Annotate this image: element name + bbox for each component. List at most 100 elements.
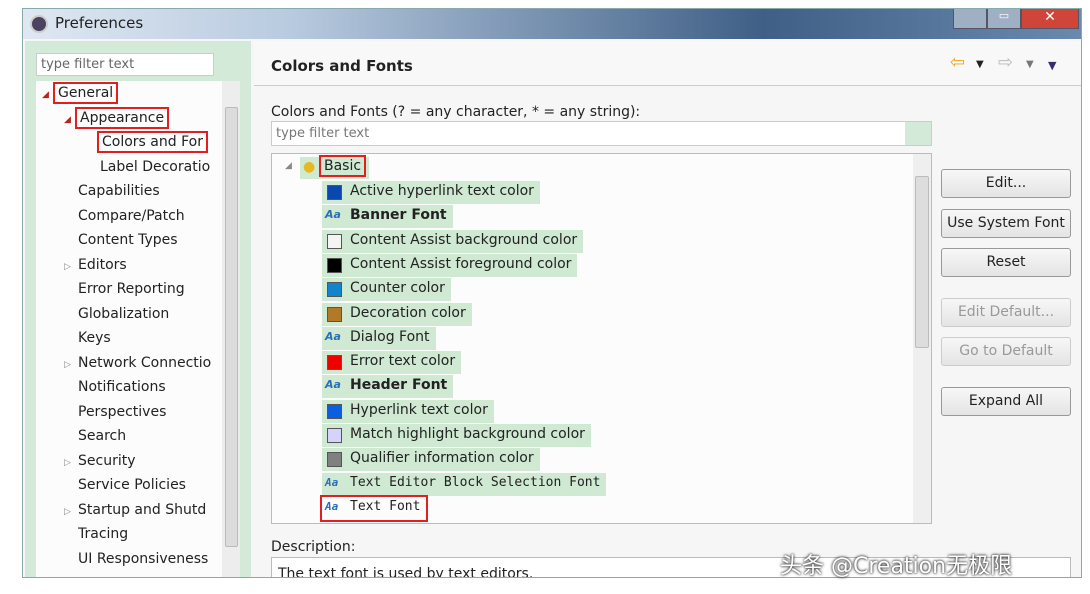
collapsed-icon[interactable]: ▷ [64,262,71,272]
color-swatch-icon [327,403,342,419]
font-icon: Aa [325,329,341,343]
tree-item[interactable]: Counter color [322,278,451,302]
nav-item[interactable]: Service Policies [78,477,186,493]
edit-default-button[interactable]: Edit Default... [941,298,1071,327]
edit-button[interactable]: Edit... [941,169,1071,198]
collapsed-icon[interactable]: ▷ [64,458,71,468]
tree-item-label: Text Font [350,498,421,514]
collapsed-icon[interactable]: ▷ [64,507,71,517]
nav-item[interactable]: Search [78,428,126,444]
color-swatch-icon [327,282,342,298]
tree-item-label: Text Editor Block Selection Font [350,474,601,490]
nav-item[interactable]: UI Responsiveness [78,551,208,567]
tree-item-label: Error text color [350,353,456,370]
title-bar: Preferences ▭ ✕ [23,9,1081,39]
tree-item[interactable]: Content Assist background color [322,229,584,253]
color-swatch-icon [327,257,342,273]
color-swatch-icon [327,233,342,249]
tree-item[interactable]: Decoration color [322,302,472,326]
color-swatch-icon [327,355,342,371]
tree-item[interactable]: Aa Banner Font [322,205,453,229]
nav-item[interactable]: Notifications [78,379,166,395]
colors-fonts-tree: ◢ ● Basic Active hyperlink text color Aa B… [271,153,932,524]
font-icon: Aa [325,475,339,489]
eclipse-icon [30,15,48,33]
tree-item-label: Content Assist foreground color [350,255,572,272]
category-folder-icon: ● [303,159,316,175]
nav-scrollbar-thumb[interactable] [225,107,238,547]
view-menu-icon[interactable]: ▼ [1048,59,1056,72]
category-label: Basic [318,155,367,177]
page-panel: Colors and Fonts ⇦ ▼ ⇨ ▼ ▼ Colors and Fo… [254,41,1081,577]
tree-item-label: Match highlight background color [350,426,585,442]
nav-item[interactable]: Tracing [78,526,128,542]
filter-placeholder: type filter text [276,126,370,141]
color-swatch-icon [327,185,342,200]
tree-item-label: Active hyperlink text color [350,183,534,199]
preferences-nav: type filter text ◢ General ◢ Appearance Colo… [25,41,251,577]
color-swatch-icon [327,428,342,443]
expand-all-button[interactable]: Expand All [941,387,1071,416]
nav-item[interactable]: Security [78,453,136,469]
nav-item[interactable]: Perspectives [78,404,166,420]
tree-item[interactable]: Aa Header Font [322,375,454,399]
tree-item[interactable]: Qualifier information color [322,448,540,472]
category-basic[interactable]: ● Basic [300,155,370,179]
window-title: Preferences [55,14,144,32]
reset-button[interactable]: Reset [941,248,1071,277]
back-icon[interactable]: ⇦ [950,52,965,73]
tree-item[interactable]: Error text color [322,351,462,375]
nav-item[interactable]: Label Decoratio [100,159,210,175]
nav-item[interactable]: Keys [78,330,111,346]
filter-clear-area [905,122,931,145]
back-menu-icon[interactable]: ▼ [976,59,984,70]
forward-icon[interactable]: ⇨ [998,52,1013,73]
minimize-button[interactable] [953,9,987,29]
tree-item-label: Decoration color [350,304,466,321]
tree-item[interactable]: Aa Text Font [319,494,429,522]
tree-scrollbar-thumb[interactable] [915,176,929,348]
tree-item-label: Qualifier information color [350,450,534,467]
tree-item[interactable]: Aa Text Editor Block Selection Font [322,472,607,496]
nav-item[interactable]: Compare/Patch [78,208,185,224]
color-swatch-icon [327,452,342,468]
tree-item[interactable]: Match highlight background color [322,424,591,447]
expanded-icon[interactable]: ◢ [64,115,71,125]
colors-filter-input[interactable]: type filter text [271,121,932,146]
filter-label: Colors and Fonts (? = any character, * =… [271,104,641,120]
nav-item[interactable]: Appearance [74,106,170,129]
tree-item[interactable]: Active hyperlink text color [322,181,540,204]
nav-item[interactable]: Colors and For [97,131,208,153]
tree-item[interactable]: Aa Dialog Font [322,326,436,350]
font-icon: Aa [325,208,341,222]
nav-item[interactable]: General [52,82,119,104]
tree-item-label: Header Font [350,377,448,394]
go-to-default-button[interactable]: Go to Default [941,337,1071,366]
use-system-font-button[interactable]: Use System Font [941,209,1071,238]
page-title: Colors and Fonts [271,57,413,75]
page-header: Colors and Fonts ⇦ ▼ ⇨ ▼ ▼ [254,41,1081,86]
font-icon: Aa [325,499,339,513]
nav-item[interactable]: Network Connectio [78,355,211,371]
forward-menu-icon[interactable]: ▼ [1026,59,1034,70]
tree-item-label: Banner Font [350,207,447,224]
nav-item[interactable]: Content Types [78,232,178,248]
nav-item[interactable]: Capabilities [78,183,160,199]
nav-item[interactable]: Error Reporting [78,281,185,297]
close-button[interactable]: ✕ [1021,9,1079,29]
tree-item-label: Dialog Font [350,328,430,345]
collapsed-icon[interactable]: ▷ [64,360,71,370]
expanded-icon[interactable]: ◢ [42,90,49,100]
description-label: Description: [271,539,356,555]
nav-filter-input[interactable]: type filter text [36,53,214,76]
font-icon: Aa [325,378,341,392]
expanded-icon[interactable]: ◢ [285,161,292,171]
tree-item-label: Content Assist background color [350,231,578,248]
tree-item[interactable]: Hyperlink text color [322,399,494,423]
maximize-button[interactable]: ▭ [987,9,1021,29]
tree-item[interactable]: Content Assist foreground color [322,253,578,277]
nav-item[interactable]: Globalization [78,306,169,322]
nav-item[interactable]: Startup and Shutd [78,502,206,518]
nav-item[interactable]: Editors [78,257,127,273]
preferences-window: Preferences ▭ ✕ type filter text ◢ Genera… [22,8,1082,578]
